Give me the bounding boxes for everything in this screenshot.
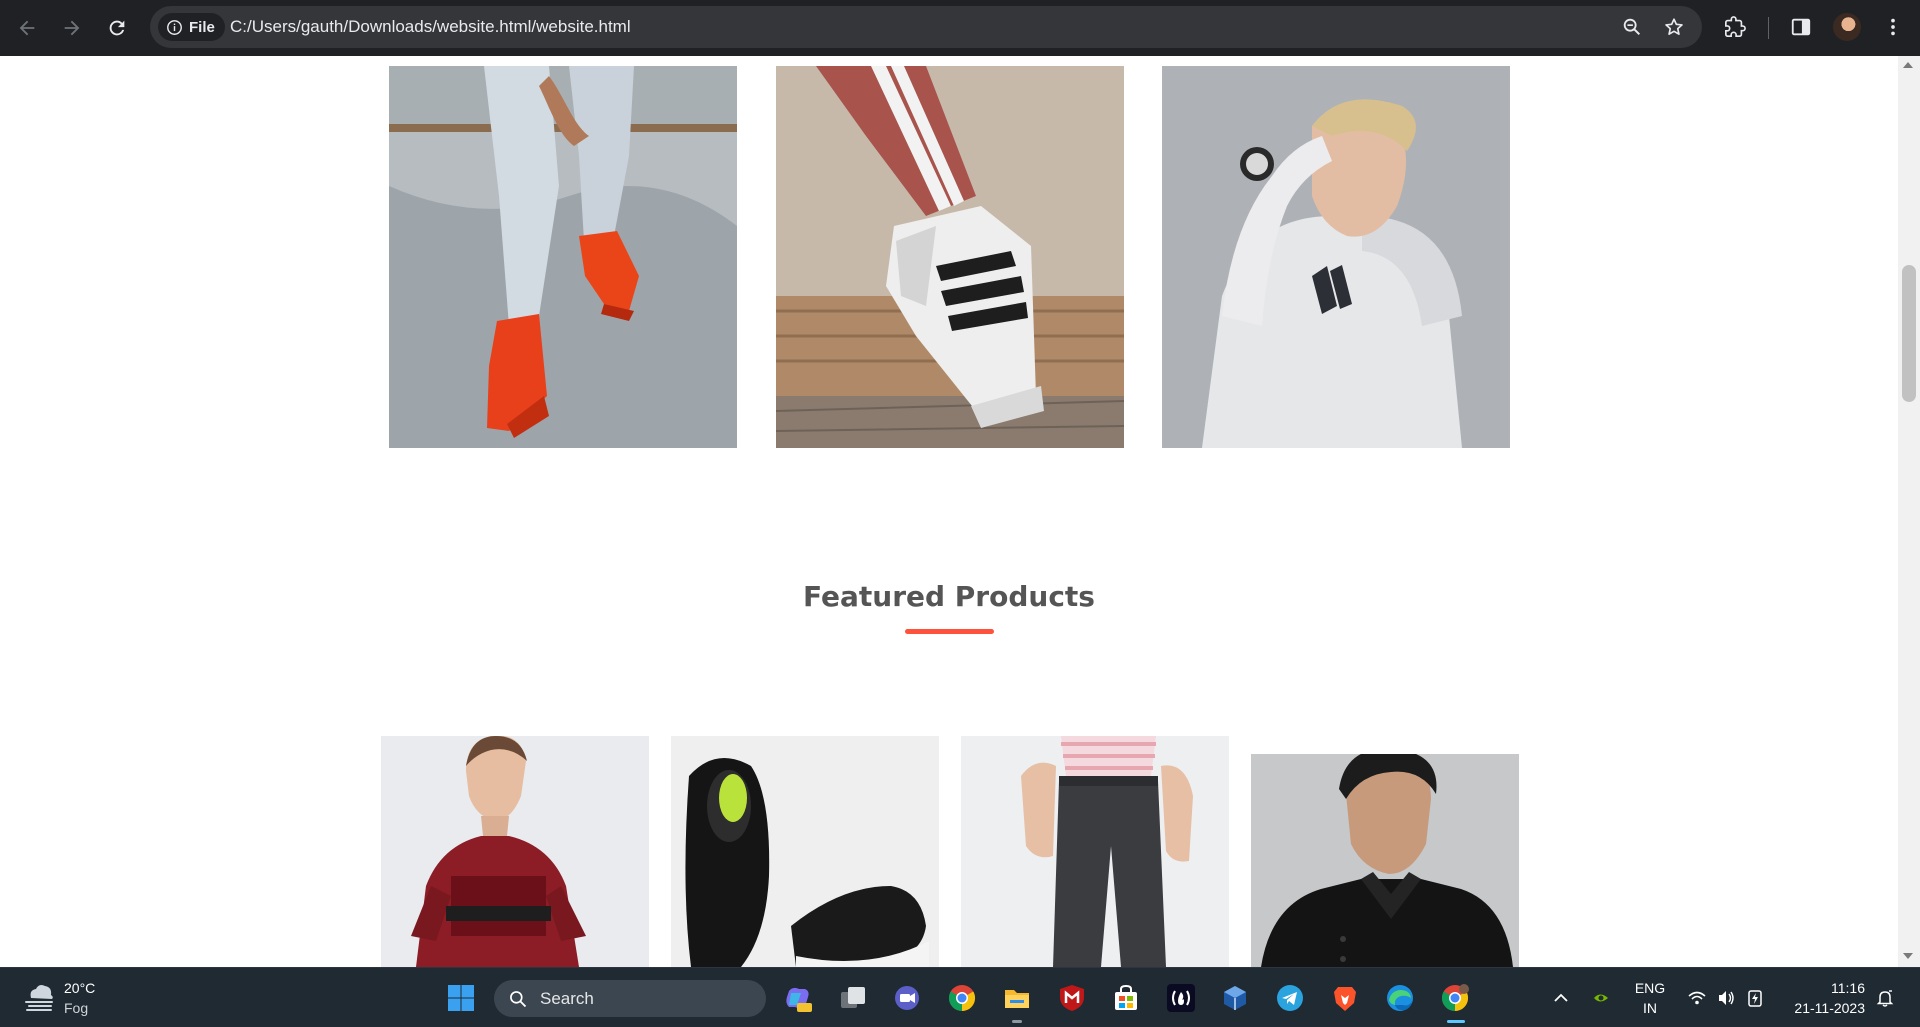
- freecodecamp-icon: [1167, 984, 1195, 1012]
- chrome-profile-icon: [1441, 984, 1469, 1012]
- woman-white-hoodie-photo: [1162, 66, 1510, 448]
- page-viewport: Featured Products: [0, 56, 1920, 967]
- chrome-active-indicator: [1447, 1020, 1465, 1023]
- microsoft-store-app[interactable]: [1109, 981, 1143, 1015]
- chrome-profile-app[interactable]: [1438, 981, 1472, 1015]
- side-panel-button[interactable]: [1786, 12, 1816, 42]
- telegram-icon: [1277, 985, 1303, 1011]
- teams-chat-icon: [895, 986, 919, 1010]
- taskbar-search[interactable]: Search: [494, 980, 766, 1017]
- more-menu-button[interactable]: [1878, 12, 1908, 42]
- task-view-icon: [841, 987, 865, 1008]
- freecodecamp-app[interactable]: [1164, 981, 1198, 1015]
- reload-icon: [109, 20, 125, 36]
- title-underline: [905, 629, 994, 634]
- more-icon: [1891, 18, 1895, 36]
- forward-arrow-icon: [64, 20, 80, 36]
- url-text[interactable]: C:/Users/gauth/Downloads/website.html/we…: [230, 17, 631, 37]
- chrome-icon: [948, 985, 976, 1012]
- edge-app[interactable]: [1383, 981, 1417, 1015]
- black-polo-product[interactable]: [1251, 754, 1519, 967]
- featured-products-title: Featured Products: [803, 580, 1095, 613]
- store-bag-icon: [1115, 984, 1137, 1010]
- red-sneakers-photo: [389, 66, 737, 448]
- teams-chat-app[interactable]: [890, 981, 924, 1015]
- extensions-button[interactable]: [1720, 12, 1750, 42]
- fog-weather-icon[interactable]: [22, 980, 56, 1014]
- windows-taskbar: 20°C Fog Search ENG IN 11:16 21-11-2023: [0, 967, 1920, 1027]
- back-arrow-icon: [19, 20, 35, 36]
- chevron-up-icon: [1554, 993, 1568, 1002]
- back-button[interactable]: [9, 10, 45, 46]
- mcafee-shield-icon: [1060, 985, 1084, 1011]
- side-panel-icon: [1791, 18, 1811, 36]
- task-view-app[interactable]: [836, 981, 870, 1015]
- wifi-button[interactable]: [1686, 987, 1708, 1009]
- battery-button[interactable]: [1744, 987, 1766, 1009]
- virtualbox-app[interactable]: [1218, 981, 1252, 1015]
- zoom-button[interactable]: [1620, 15, 1644, 39]
- copilot-app[interactable]: [781, 981, 815, 1015]
- language-indicator-eng[interactable]: ENG: [1628, 980, 1672, 996]
- search-label: Search: [540, 988, 594, 1008]
- brave-app[interactable]: [1328, 981, 1362, 1015]
- virtualbox-icon: [1224, 986, 1246, 1010]
- notifications-button[interactable]: [1874, 987, 1896, 1009]
- clock-date[interactable]: 21-11-2023: [1781, 1000, 1865, 1016]
- nvidia-tray-button[interactable]: [1590, 987, 1612, 1009]
- notification-bell-icon: [1876, 990, 1894, 1007]
- speaker-icon: [1719, 991, 1734, 1005]
- black-shoes-product[interactable]: [671, 736, 939, 967]
- scroll-up-arrow-icon[interactable]: [1903, 62, 1913, 68]
- info-icon: [167, 19, 182, 35]
- mcafee-app[interactable]: [1055, 981, 1089, 1015]
- browser-toolbar: File C:/Users/gauth/Downloads/website.ht…: [0, 0, 1920, 56]
- brave-lion-icon: [1334, 987, 1356, 1011]
- show-hidden-icons-button[interactable]: [1550, 987, 1572, 1009]
- zoom-icon: [1623, 18, 1641, 36]
- weather-description[interactable]: Fog: [64, 1000, 88, 1016]
- bookmark-button[interactable]: [1662, 15, 1686, 39]
- page-scrollbar[interactable]: [1898, 56, 1920, 967]
- nvidia-icon: [1594, 994, 1608, 1002]
- chrome-app[interactable]: [945, 981, 979, 1015]
- copilot-icon: [786, 987, 812, 1012]
- forward-button[interactable]: [54, 10, 90, 46]
- red-tshirt-product[interactable]: [381, 736, 649, 967]
- telegram-app[interactable]: [1273, 981, 1307, 1015]
- address-bar[interactable]: File C:/Users/gauth/Downloads/website.ht…: [150, 6, 1702, 48]
- explorer-open-indicator: [1012, 1020, 1022, 1023]
- language-indicator-in[interactable]: IN: [1628, 1000, 1672, 1016]
- folder-icon: [1005, 990, 1029, 1008]
- search-icon: [510, 990, 527, 1007]
- windows-logo-icon: [448, 985, 474, 1011]
- extensions-icon: [1725, 16, 1746, 37]
- site-info-chip[interactable]: File: [158, 13, 225, 41]
- clock-time[interactable]: 11:16: [1785, 980, 1865, 996]
- site-chip-label: File: [189, 18, 215, 36]
- edge-icon: [1387, 985, 1413, 1011]
- scroll-down-arrow-icon[interactable]: [1903, 953, 1913, 959]
- battery-charging-icon: [1748, 990, 1762, 1007]
- toolbar-separator: [1768, 17, 1769, 39]
- weather-temperature[interactable]: 20°C: [64, 980, 95, 996]
- volume-button[interactable]: [1715, 987, 1737, 1009]
- grey-joggers-product[interactable]: [961, 736, 1229, 967]
- file-explorer-app[interactable]: [1000, 981, 1034, 1015]
- white-striped-sneaker-photo: [776, 66, 1124, 448]
- scroll-thumb[interactable]: [1902, 265, 1916, 402]
- star-icon: [1665, 18, 1683, 35]
- wifi-icon: [1688, 991, 1706, 1005]
- windows-start-button[interactable]: [444, 981, 478, 1015]
- profile-avatar[interactable]: [1833, 13, 1861, 41]
- reload-button[interactable]: [99, 10, 135, 46]
